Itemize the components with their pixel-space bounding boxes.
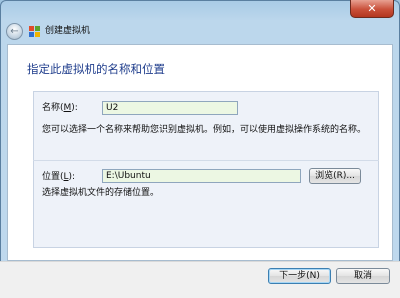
close-button[interactable]: ✕	[350, 0, 394, 18]
name-input[interactable]: U2	[102, 101, 238, 115]
next-button[interactable]: 下一步(N)	[268, 268, 331, 284]
name-label: 名称(M):	[42, 103, 78, 113]
name-help-text: 您可以选择一个名称来帮助您识别虚拟机。例如，可以使用虚拟操作系统的名称。	[42, 125, 367, 135]
cancel-button[interactable]: 取消	[336, 268, 390, 284]
section-divider	[33, 160, 379, 161]
close-icon: ✕	[367, 2, 377, 15]
title-bar: ← 创建虚拟机 ✕	[0, 0, 400, 44]
back-button[interactable]: ←	[6, 23, 23, 40]
page-heading: 指定此虚拟机的名称和位置	[27, 62, 165, 76]
virtual-machine-icon	[29, 26, 41, 37]
location-label: 位置(L):	[42, 172, 76, 182]
browse-button[interactable]: 浏览(R)...	[309, 168, 361, 184]
window-title: 创建虚拟机	[45, 26, 91, 36]
arrow-left-icon: ←	[10, 25, 19, 37]
location-help-text: 选择虚拟机文件的存储位置。	[42, 188, 160, 198]
location-input[interactable]: E:\Ubuntu	[102, 169, 301, 183]
